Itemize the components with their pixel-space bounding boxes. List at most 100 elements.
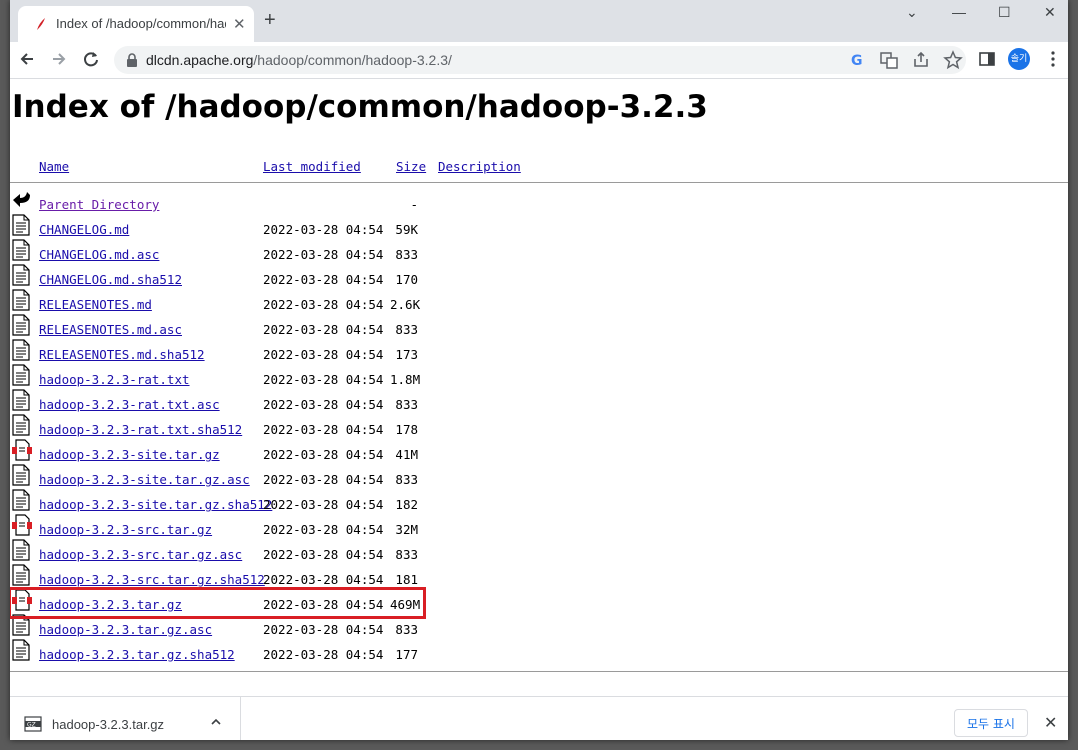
text-file-icon	[12, 389, 32, 411]
tab-strip: Index of /hadoop/common/hadoop-3.2.3 ✕ +…	[10, 0, 1068, 42]
archive-icon	[12, 439, 32, 461]
file-size: 59K	[395, 222, 418, 237]
file-link[interactable]: hadoop-3.2.3-src.tar.gz	[39, 522, 212, 537]
back-arrow-icon[interactable]	[16, 48, 38, 70]
file-link[interactable]: hadoop-3.2.3-src.tar.gz.sha512	[39, 572, 265, 587]
last-modified: 2022-03-28 04:54	[263, 397, 384, 412]
text-file-icon	[12, 364, 32, 386]
last-modified: 2022-03-28 04:54	[263, 372, 384, 387]
table-row: hadoop-3.2.3-rat.txt 2022-03-28 04:54 1.8M	[10, 364, 1068, 395]
chevron-up-icon[interactable]	[210, 716, 222, 730]
last-modified: 2022-03-28 04:54	[263, 347, 384, 362]
footer-divider	[10, 671, 1068, 672]
file-link[interactable]: hadoop-3.2.3-rat.txt.sha512	[39, 422, 242, 437]
download-shelf: GZ hadoop-3.2.3.tar.gz 모두 표시 ✕	[10, 696, 1068, 740]
table-row: RELEASENOTES.md 2022-03-28 04:54 2.6K	[10, 289, 1068, 320]
minimize-icon[interactable]: —	[952, 4, 966, 20]
file-link[interactable]: hadoop-3.2.3-rat.txt	[39, 372, 190, 387]
file-link[interactable]: hadoop-3.2.3.tar.gz.sha512	[39, 647, 235, 662]
table-row: hadoop-3.2.3-rat.txt.sha512 2022-03-28 04…	[10, 414, 1068, 445]
file-link[interactable]: CHANGELOG.md.sha512	[39, 272, 182, 287]
last-modified: 2022-03-28 04:54	[263, 472, 384, 487]
table-row: hadoop-3.2.3-site.tar.gz.sha512 2022-03-2…	[10, 489, 1068, 520]
column-name-link[interactable]: Name	[39, 159, 69, 174]
table-row: RELEASENOTES.md.asc 2022-03-28 04:54 833	[10, 314, 1068, 345]
tab-title: Index of /hadoop/common/hadoop-3.2.3	[56, 16, 226, 31]
column-description-link[interactable]: Description	[438, 159, 521, 174]
text-file-icon	[12, 539, 32, 561]
file-link[interactable]: Parent Directory	[39, 197, 159, 212]
file-size: 177	[395, 647, 418, 662]
text-file-icon	[12, 214, 32, 236]
last-modified: 2022-03-28 04:54	[263, 322, 384, 337]
file-link[interactable]: hadoop-3.2.3.tar.gz.asc	[39, 622, 212, 637]
table-row: hadoop-3.2.3-site.tar.gz 2022-03-28 04:54…	[10, 439, 1068, 470]
profile-avatar[interactable]: 솔기	[1008, 48, 1030, 70]
file-size: 833	[395, 472, 418, 487]
text-file-icon	[12, 414, 32, 436]
file-size: 2.6K	[390, 297, 421, 312]
last-modified: 2022-03-28 04:54	[263, 272, 384, 287]
last-modified: 2022-03-28 04:54	[263, 547, 384, 562]
file-link[interactable]: RELEASENOTES.md.sha512	[39, 347, 205, 362]
last-modified: 2022-03-28 04:54	[263, 297, 384, 312]
svg-text:G: G	[851, 53, 863, 69]
file-link[interactable]: RELEASENOTES.md.asc	[39, 322, 182, 337]
share-icon[interactable]	[910, 49, 932, 71]
file-size: 173	[395, 347, 418, 362]
reload-icon[interactable]	[80, 48, 102, 70]
new-tab-icon[interactable]: +	[264, 9, 276, 32]
table-row: hadoop-3.2.3-rat.txt.asc 2022-03-28 04:54…	[10, 389, 1068, 420]
browser-toolbar: dlcdn.apache.org/hadoop/common/hadoop-3.…	[10, 42, 1068, 79]
gz-file-icon-label: GZ	[27, 722, 36, 729]
text-file-icon	[12, 339, 32, 361]
side-panel-icon[interactable]	[976, 48, 998, 70]
tab-search-icon[interactable]: ⌄	[906, 4, 918, 21]
text-file-icon	[12, 239, 32, 261]
forward-arrow-icon[interactable]	[48, 48, 70, 70]
apache-feather-icon	[34, 17, 48, 31]
file-link[interactable]: hadoop-3.2.3-rat.txt.asc	[39, 397, 220, 412]
last-modified: 2022-03-28 04:54	[263, 572, 384, 587]
translate-icon[interactable]	[878, 49, 900, 71]
text-file-icon	[12, 314, 32, 336]
file-link[interactable]: RELEASENOTES.md	[39, 297, 152, 312]
address-bar[interactable]: dlcdn.apache.org/hadoop/common/hadoop-3.…	[114, 46, 966, 74]
file-size: 833	[395, 247, 418, 262]
file-size: 181	[395, 572, 418, 587]
page-heading: Index of /hadoop/common/hadoop-3.2.3	[12, 89, 708, 125]
tab-close-icon[interactable]: ✕	[233, 15, 246, 33]
last-modified: 2022-03-28 04:54	[263, 447, 384, 462]
file-link[interactable]: CHANGELOG.md.asc	[39, 247, 159, 262]
file-link[interactable]: hadoop-3.2.3-site.tar.gz.asc	[39, 472, 250, 487]
text-file-icon	[12, 564, 32, 586]
text-file-icon	[12, 289, 32, 311]
url-path: /hadoop/common/hadoop-3.2.3/	[253, 52, 452, 68]
download-item[interactable]: GZ hadoop-3.2.3.tar.gz	[10, 697, 241, 740]
lock-icon[interactable]	[126, 53, 138, 72]
maximize-icon[interactable]: ☐	[998, 4, 1011, 21]
file-link[interactable]: hadoop-3.2.3-site.tar.gz.sha512	[39, 497, 272, 512]
column-size-link[interactable]: Size	[396, 159, 426, 174]
google-icon[interactable]: G	[846, 49, 868, 71]
file-link[interactable]: hadoop-3.2.3-site.tar.gz	[39, 447, 220, 462]
shelf-close-icon[interactable]: ✕	[1044, 713, 1057, 733]
header-divider	[10, 182, 1068, 183]
last-modified: 2022-03-28 04:54	[263, 222, 384, 237]
gz-file-icon: GZ	[24, 716, 42, 737]
menu-kebab-icon[interactable]	[1042, 48, 1064, 70]
bookmark-star-icon[interactable]	[942, 49, 964, 71]
file-link[interactable]: CHANGELOG.md	[39, 222, 129, 237]
show-all-button[interactable]: 모두 표시	[954, 709, 1028, 737]
active-tab[interactable]: Index of /hadoop/common/hadoop-3.2.3 ✕	[18, 6, 254, 42]
column-modified-link[interactable]: Last modified	[263, 159, 361, 174]
table-row: hadoop-3.2.3-site.tar.gz.asc 2022-03-28 0…	[10, 464, 1068, 495]
file-size: 170	[395, 272, 418, 287]
file-size: 833	[395, 547, 418, 562]
text-file-icon	[12, 464, 32, 486]
last-modified: 2022-03-28 04:54	[263, 497, 384, 512]
window-close-icon[interactable]: ✕	[1044, 4, 1056, 21]
text-file-icon	[12, 489, 32, 511]
file-link[interactable]: hadoop-3.2.3-src.tar.gz.asc	[39, 547, 242, 562]
file-size: 32M	[395, 522, 418, 537]
